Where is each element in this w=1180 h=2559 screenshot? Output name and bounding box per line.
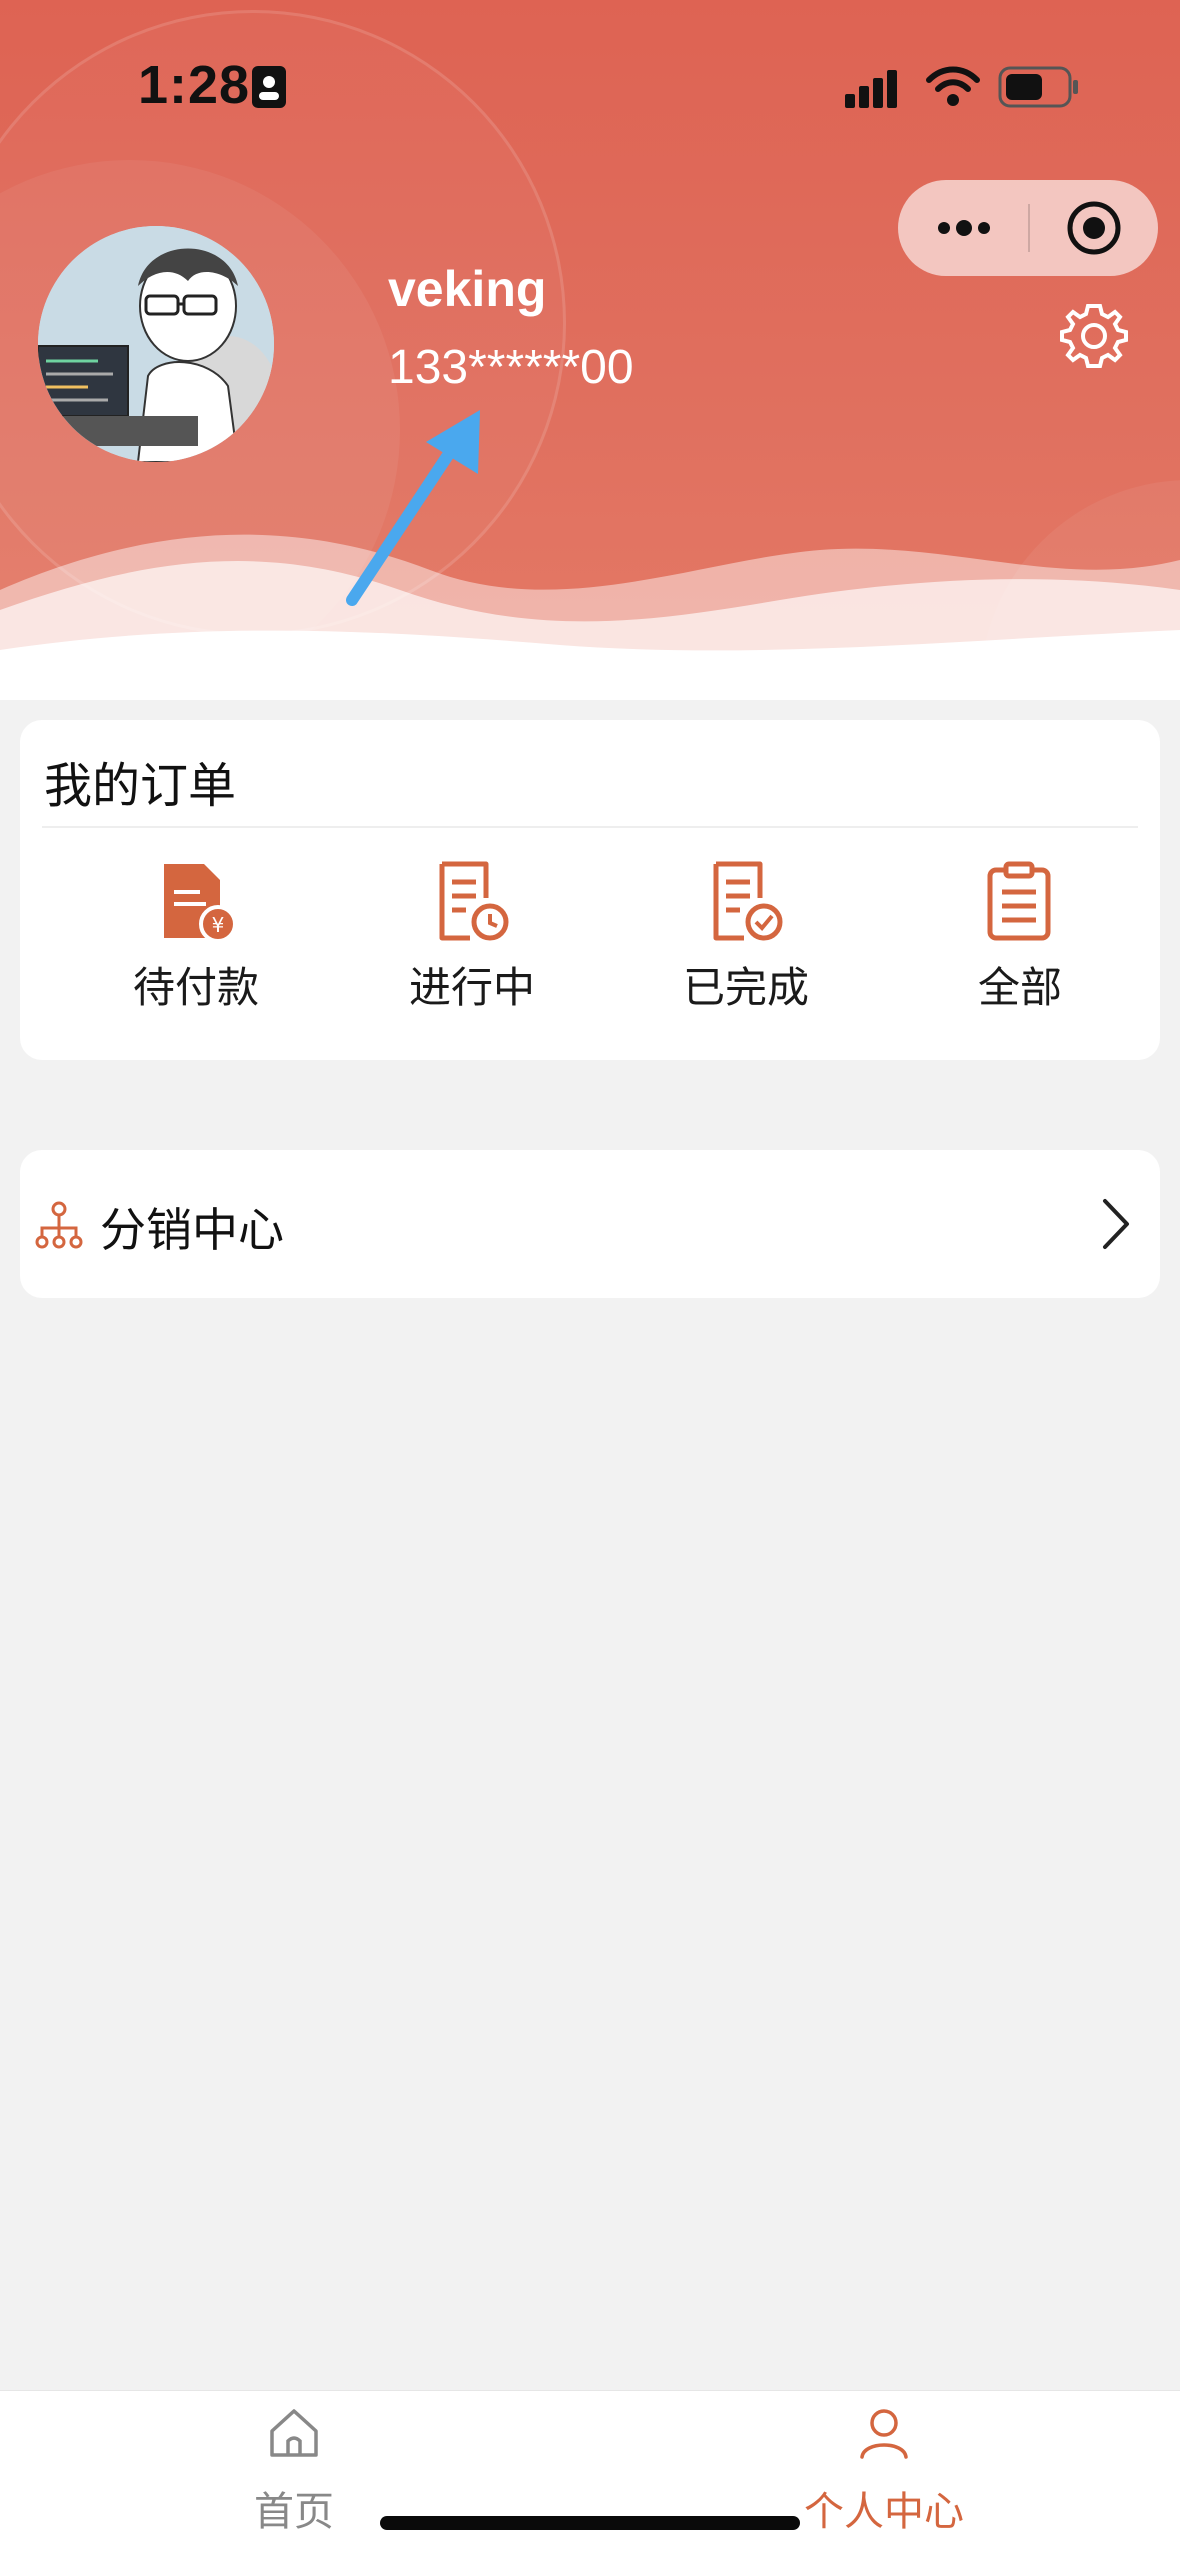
distribution-network-icon — [35, 1201, 83, 1249]
order-label: 进行中 — [408, 963, 535, 1012]
pending-payment-icon: ¥ — [164, 864, 237, 943]
order-in-progress[interactable]: 进行中 — [372, 860, 572, 1030]
battery-icon — [998, 66, 1078, 108]
in-progress-icon — [439, 861, 509, 941]
status-bar: 1:28 — [0, 0, 1180, 175]
svg-text:¥: ¥ — [212, 913, 225, 937]
more-options-icon[interactable] — [934, 208, 994, 248]
divider — [42, 826, 1138, 828]
miniprogram-capsule — [898, 180, 1158, 276]
completed-icon — [713, 861, 783, 941]
username: veking — [388, 261, 547, 317]
wave-decoration — [0, 534, 1180, 700]
status-time: 1:28 — [138, 55, 251, 115]
wifi-icon — [926, 66, 980, 106]
avatar[interactable] — [38, 226, 274, 462]
annotation-arrow — [346, 410, 480, 606]
order-completed[interactable]: 已完成 — [646, 860, 846, 1030]
bottom-tab-bar: 首页 个人中心 — [0, 2390, 1180, 2559]
distribution-center-row[interactable]: 分销中心 — [20, 1150, 1160, 1298]
order-all[interactable]: 全部 — [920, 860, 1120, 1030]
avatar-illustration — [38, 226, 274, 462]
order-pending-payment[interactable]: ¥ 待付款 — [96, 860, 296, 1030]
home-icon — [270, 2409, 318, 2457]
chevron-right-icon — [1103, 1199, 1129, 1249]
tab-profile[interactable]: 个人中心 — [734, 2391, 1034, 2559]
user-icon — [860, 2409, 908, 2459]
tab-home[interactable]: 首页 — [144, 2391, 444, 2559]
order-label: 已完成 — [682, 963, 809, 1012]
my-orders-card: 我的订单 ¥ 待付款 进行中 已完成 全部 — [20, 720, 1160, 1060]
person-badge-icon — [252, 66, 286, 108]
capsule-divider — [1028, 204, 1030, 252]
settings-gear-icon[interactable] — [1058, 300, 1130, 372]
orders-title: 我的订单 — [44, 758, 237, 814]
distribution-center-label: 分销中心 — [100, 1203, 284, 1257]
order-label: 全部 — [977, 963, 1062, 1012]
close-miniprogram-icon[interactable] — [1064, 198, 1124, 258]
cellular-signal-icon — [845, 70, 897, 108]
phone-number: 133******00 — [388, 341, 634, 394]
all-orders-icon — [987, 861, 1051, 941]
order-label: 待付款 — [132, 963, 259, 1012]
home-indicator — [380, 2516, 800, 2530]
